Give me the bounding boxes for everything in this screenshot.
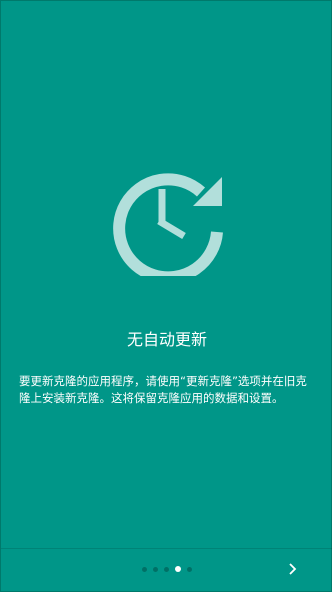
page-title: 无自动更新: [126, 330, 207, 349]
page-dot: [142, 566, 147, 572]
page-dot: [164, 566, 169, 572]
chevron-right-icon: [289, 563, 297, 575]
update-clock-icon: [109, 158, 227, 284]
bottom-divider: [1, 548, 332, 549]
next-button[interactable]: [279, 557, 307, 581]
intro-screen: 无自动更新 要更新克隆的应用程序，请使用“更新克隆”选项并在旧克隆上安装新克隆。…: [0, 0, 332, 592]
page-dot: [187, 566, 192, 572]
page-dot: [153, 566, 158, 572]
page-dot-active: [175, 566, 181, 572]
page-description: 要更新克隆的应用程序，请使用“更新克隆”选项并在旧克隆上安装新克隆。这将保留克隆…: [19, 374, 307, 405]
